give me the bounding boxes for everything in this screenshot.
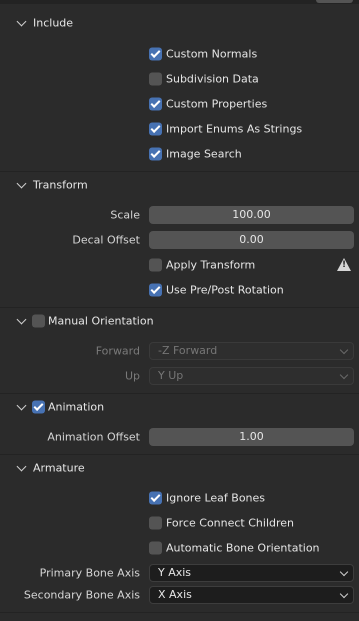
animation-offset-label: Animation Offset — [47, 430, 140, 444]
custom-normals-checkbox[interactable]: Custom Normals — [0, 43, 359, 65]
divider — [0, 307, 359, 308]
force-connect-children-checkbox[interactable]: Force Connect Children — [0, 512, 359, 534]
chevron-down-icon — [16, 16, 27, 27]
animation-offset-field[interactable]: 1.00 — [149, 428, 354, 446]
checkbox-icon[interactable] — [149, 122, 162, 136]
checkbox-icon[interactable] — [149, 541, 162, 555]
armature-panel-header[interactable]: Armature — [0, 456, 359, 480]
ignore-leaf-bones-checkbox[interactable]: Ignore Leaf Bones — [0, 487, 359, 509]
checkbox-icon[interactable] — [149, 283, 162, 297]
armature-title: Armature — [33, 461, 85, 475]
chevron-down-icon — [339, 567, 349, 577]
animation-title: Animation — [48, 400, 105, 414]
up-row: Up Y Up — [0, 365, 359, 387]
checkbox-label: Custom Normals — [166, 47, 258, 61]
chevron-down-icon — [16, 314, 27, 325]
warning-icon — [337, 258, 351, 271]
custom-properties-checkbox[interactable]: Custom Properties — [0, 93, 359, 115]
checkbox-label: Image Search — [166, 147, 242, 161]
scale-label: Scale — [110, 208, 140, 222]
checkbox-label: Use Pre/Post Rotation — [166, 283, 284, 297]
checkbox-label: Apply Transform — [166, 258, 256, 272]
primary-bone-axis-label: Primary Bone Axis — [39, 566, 140, 580]
chevron-down-icon — [16, 178, 27, 189]
checkbox-label: Subdivision Data — [166, 72, 259, 86]
secondary-bone-axis-label: Secondary Bone Axis — [23, 588, 140, 602]
secondary-bone-axis-value: X Axis — [158, 588, 192, 601]
decal-offset-row: Decal Offset 0.00 — [0, 229, 359, 251]
forward-label: Forward — [95, 344, 140, 358]
checkbox-label: Ignore Leaf Bones — [166, 491, 266, 505]
image-search-checkbox[interactable]: Image Search — [0, 143, 359, 165]
animation-checkbox[interactable] — [32, 400, 45, 414]
checkbox-icon[interactable] — [149, 147, 162, 161]
transform-title: Transform — [33, 178, 88, 192]
checkbox-icon[interactable] — [149, 72, 162, 86]
forward-dropdown[interactable]: -Z Forward — [149, 342, 354, 360]
divider — [0, 612, 359, 613]
chevron-down-icon — [339, 345, 349, 355]
subdivision-data-checkbox[interactable]: Subdivision Data — [0, 68, 359, 90]
checkbox-label: Import Enums As Strings — [166, 122, 303, 136]
divider — [0, 171, 359, 172]
divider — [0, 393, 359, 394]
apply-transform-checkbox[interactable]: Apply Transform — [0, 254, 359, 276]
primary-bone-axis-value: Y Axis — [158, 566, 192, 579]
animation-panel-header[interactable]: Animation — [0, 395, 359, 419]
up-value: Y Up — [158, 369, 184, 382]
decal-offset-label: Decal Offset — [72, 233, 140, 247]
scale-field[interactable]: 100.00 — [149, 206, 354, 224]
checkbox-icon[interactable] — [149, 97, 162, 111]
chevron-down-icon — [339, 370, 349, 380]
checkbox-icon[interactable] — [149, 258, 162, 272]
top-strip — [0, 0, 359, 4]
animation-offset-row: Animation Offset 1.00 — [0, 426, 359, 448]
forward-value: -Z Forward — [158, 344, 218, 357]
use-pre-post-rotation-checkbox[interactable]: Use Pre/Post Rotation — [0, 279, 359, 301]
primary-bone-axis-row: Primary Bone Axis Y Axis — [0, 562, 359, 584]
include-panel-header[interactable]: Include — [0, 11, 359, 35]
transform-panel-header[interactable]: Transform — [0, 173, 359, 197]
import-enums-checkbox[interactable]: Import Enums As Strings — [0, 118, 359, 140]
checkbox-icon[interactable] — [149, 47, 162, 61]
scale-row: Scale 100.00 — [0, 204, 359, 226]
checkbox-label: Custom Properties — [166, 97, 268, 111]
include-title: Include — [33, 16, 74, 30]
up-dropdown[interactable]: Y Up — [149, 367, 354, 385]
manual-orientation-panel-header[interactable]: Manual Orientation — [0, 309, 359, 333]
automatic-bone-orientation-checkbox[interactable]: Automatic Bone Orientation — [0, 537, 359, 559]
checkbox-label: Automatic Bone Orientation — [166, 541, 320, 555]
up-label: Up — [124, 369, 140, 383]
divider — [0, 454, 359, 455]
forward-row: Forward -Z Forward — [0, 340, 359, 362]
manual-orientation-title: Manual Orientation — [48, 314, 154, 328]
chevron-down-icon — [16, 400, 27, 411]
checkbox-label: Force Connect Children — [166, 516, 295, 530]
chevron-down-icon — [339, 589, 349, 599]
decal-offset-field[interactable]: 0.00 — [149, 231, 354, 249]
checkbox-icon[interactable] — [149, 491, 162, 505]
checkbox-icon[interactable] — [149, 516, 162, 530]
top-strip-button[interactable] — [316, 0, 353, 3]
chevron-down-icon — [16, 461, 27, 472]
primary-bone-axis-dropdown[interactable]: Y Axis — [149, 564, 354, 582]
secondary-bone-axis-row: Secondary Bone Axis X Axis — [0, 584, 359, 606]
manual-orientation-checkbox[interactable] — [32, 314, 45, 328]
secondary-bone-axis-dropdown[interactable]: X Axis — [149, 586, 354, 604]
